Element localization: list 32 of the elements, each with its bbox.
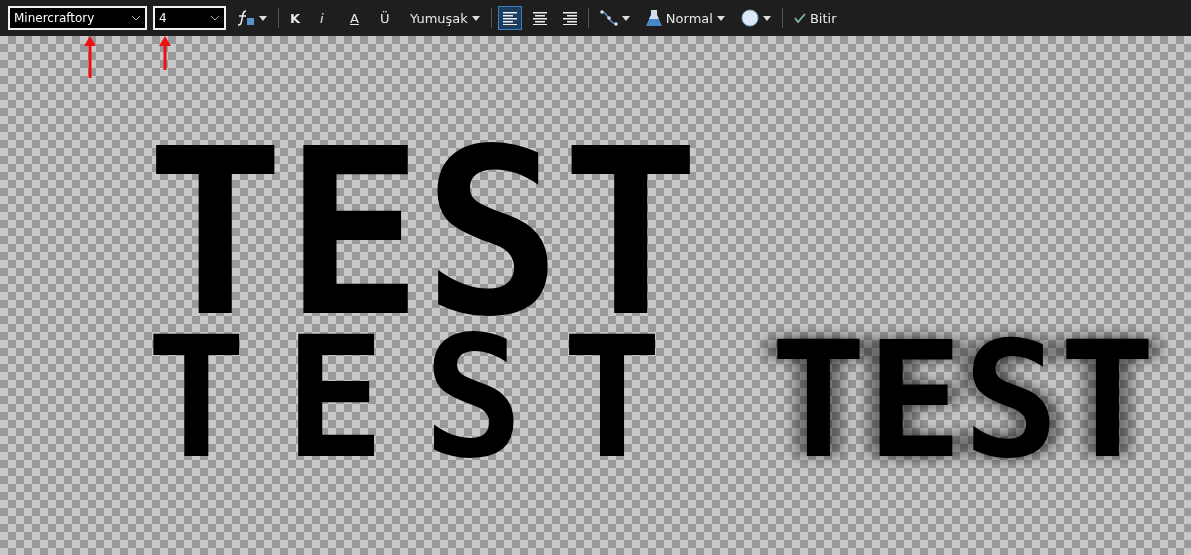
- caret-icon: [621, 15, 630, 21]
- caret-icon: [762, 15, 771, 21]
- chevron-icon: [210, 15, 220, 21]
- font-field[interactable]: Minercraftory: [8, 6, 147, 30]
- annotation-arrow: [84, 36, 96, 78]
- align-icon: [502, 11, 517, 25]
- curve-icon: [599, 10, 618, 26]
- shape-icon: [740, 9, 759, 27]
- text-style-button[interactable]: A: [345, 6, 369, 30]
- shadowed-text: TEST: [770, 338, 1156, 464]
- antialias-dropdown[interactable]: Yumuşak: [405, 6, 485, 30]
- caret-icon: [716, 15, 725, 21]
- check-icon: [793, 13, 806, 23]
- pixel-text: TEST: [146, 144, 701, 324]
- font-size: 4: [158, 10, 168, 26]
- text-style-button[interactable]: K: [285, 6, 309, 30]
- pixel-text: TEST: [146, 333, 701, 464]
- text-style-button[interactable]: i: [315, 6, 339, 30]
- text-style-button[interactable]: Ü: [375, 6, 399, 30]
- blend-mode-dropdown[interactable]: Normal: [640, 6, 730, 30]
- chevron-icon: [131, 15, 141, 21]
- caret-icon: [259, 15, 267, 21]
- annotation-arrow: [159, 36, 171, 70]
- flask-icon: [645, 9, 662, 27]
- function-icon: [237, 10, 255, 26]
- finish-button[interactable]: Bitir: [788, 6, 842, 30]
- align-icon: [562, 11, 577, 25]
- caret-icon: [471, 15, 480, 21]
- size-field[interactable]: 4: [153, 6, 226, 30]
- align-button[interactable]: [497, 6, 522, 30]
- align-icon: [532, 11, 547, 25]
- font-name: Minercraftory: [12, 10, 97, 26]
